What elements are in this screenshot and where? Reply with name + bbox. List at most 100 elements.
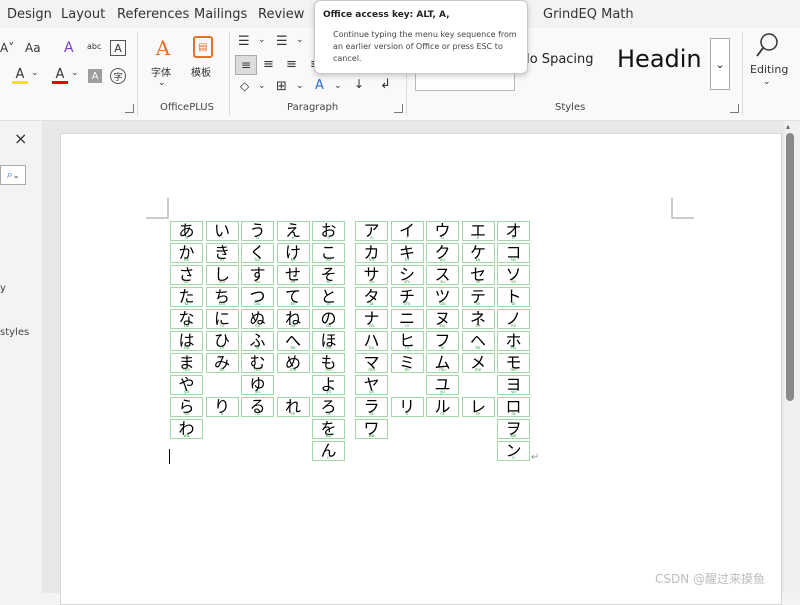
romaji-label: me [289,367,297,372]
shading-dropdown-icon[interactable]: ⌄ [258,81,266,91]
romaji-label: he [290,345,296,350]
numbering-icon[interactable]: ☰ [276,34,288,49]
shrink-font-button[interactable]: A˅ [0,40,14,56]
editing-dropdown-icon[interactable]: ⌄ [763,77,771,87]
romaji-label: so [511,279,516,284]
tab-mailings[interactable]: Mailings [194,7,247,22]
align-right-icon[interactable]: ≡ [286,57,297,72]
officeplus-font-button[interactable]: 字体 [151,64,171,79]
nav-search-button[interactable]: ⌕ ⌄ [0,165,26,185]
romaji-label: na [369,323,374,328]
tooltip-title: Office access key: ALT, A, [323,10,450,20]
character-shading-button[interactable]: A [88,69,102,83]
hiragana-cell: た ta [170,287,203,307]
hiragana-cell: ら ra [170,397,203,417]
borders-dropdown-icon[interactable]: ⌄ [296,81,304,91]
tab-references[interactable]: References [117,7,189,22]
highlight-dropdown-icon[interactable]: ⌄ [31,68,39,78]
nav-styles-fragment: styles [0,327,30,338]
katakana-cell: ハ ha [355,331,388,351]
tab-grindeq-math[interactable]: GrindEQ Math [543,7,634,22]
katakana-cell: カ ka [355,243,388,263]
scroll-up-arrow-icon[interactable]: ▴ [786,122,790,131]
close-icon[interactable]: × [14,129,27,148]
romaji-label: se [475,279,481,284]
watermark: CSDN @醒过来摸鱼 [655,572,766,586]
hiragana-cell: ま ma [170,353,203,373]
highlight-button[interactable]: A [12,67,28,84]
katakana-cell: リ ri [390,397,424,417]
tab-review[interactable]: Review [258,7,304,22]
hiragana-cell: ゆ yu [241,375,274,395]
asian-layout-dropdown-icon[interactable]: ⌄ [334,81,342,91]
hiragana-cell: よ yo [312,375,345,395]
katakana-cell: テ te [461,287,495,307]
styles-dialog-launcher[interactable] [730,104,739,113]
romaji-label: to [511,301,516,306]
asian-layout-icon[interactable]: A [315,78,324,93]
romaji-label: ku [440,257,445,262]
romaji-label: mo [510,367,517,372]
style-heading[interactable]: Headin [617,45,702,73]
sort-icon[interactable]: ↓ [354,77,364,91]
romaji-label: ka [369,257,374,262]
hiragana-cell: な na [170,309,203,329]
font-color-button[interactable]: A [52,67,68,84]
paragraph-dialog-launcher[interactable] [394,104,403,113]
katakana-cell: ニ ni [390,309,424,329]
romaji-label: ma [183,367,190,372]
clear-formatting-button[interactable]: A [64,40,74,56]
style-no-spacing[interactable]: No Spacing [520,52,594,67]
katakana-cell: ウu [426,221,459,241]
romaji-label: o [327,235,330,240]
hiragana-cell: ち chi [205,287,239,307]
officeplus-template-button[interactable]: 模板 [191,64,211,79]
align-center-icon[interactable]: ≡ [263,57,274,72]
bullets-dropdown-icon[interactable]: ⌄ [258,35,266,45]
hiragana-cell: は ha [170,331,203,351]
align-left-button[interactable]: ≡ [235,55,257,75]
change-case-button[interactable]: Aa [25,40,41,56]
katakana-cell: チ chi [390,287,424,307]
romaji-label: e [291,235,295,240]
hiragana-cell: し shi [205,265,239,285]
katakana-cell: ス su [426,265,459,285]
character-border-button[interactable]: A [110,40,126,56]
shading-icon[interactable]: ◇ [240,79,249,93]
romaji-label: fu [440,345,445,350]
navigation-pane: × ⌕ ⌄ y styles [0,121,43,593]
borders-icon[interactable]: ⊞ [276,79,287,94]
numbering-dropdown-icon[interactable]: ⌄ [296,35,304,45]
hiragana-cell: ふ fu [241,331,274,351]
romaji-label: ko [511,257,516,262]
romaji-label: no [326,323,331,328]
tab-design[interactable]: Design [7,7,52,22]
romaji-label: no [511,323,516,328]
hiragana-cell: か ka [170,243,203,263]
font-color-dropdown-icon[interactable]: ⌄ [71,68,79,78]
enclose-characters-button[interactable]: 字 [110,68,126,84]
scrollbar-thumb[interactable] [786,133,794,401]
katakana-cell: ム mu [426,353,459,373]
tab-layout[interactable]: Layout [61,7,105,22]
hiragana-cell: め me [276,353,310,373]
margin-corner-top-right [671,198,694,219]
romaji-label: na [184,323,189,328]
romaji-label: i [221,235,223,240]
officeplus-font-dropdown-icon[interactable]: ⌄ [158,78,166,88]
phonetic-guide-button[interactable]: abc [87,38,101,54]
romaji-label: wa [368,433,375,438]
romaji-label: su [255,279,260,284]
editing-button[interactable]: Editing [750,63,788,76]
romaji-label: ri [220,411,224,416]
hiragana-cell: うu [241,221,274,241]
romaji-label: mi [404,367,410,372]
show-marks-icon[interactable]: ↲ [380,77,391,92]
styles-gallery-more-button[interactable]: ⌄ [710,38,730,90]
font-dialog-launcher[interactable] [125,104,134,113]
paragraph-group-label: Paragraph [287,102,339,113]
romaji-label: ha [369,345,374,350]
romaji-label: ro [326,411,331,416]
hiragana-cell: き ki [205,243,239,263]
bullets-icon[interactable]: ☰ [238,34,250,49]
